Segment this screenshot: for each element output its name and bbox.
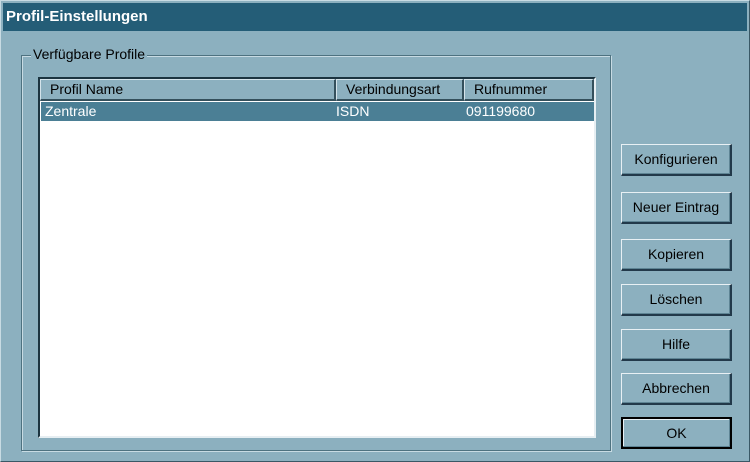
- help-button[interactable]: Hilfe: [621, 329, 732, 361]
- ok-button-label: OK: [666, 425, 687, 441]
- cell-phone-number: 091199680: [466, 103, 536, 119]
- window-title: Profil-Einstellungen: [3, 3, 747, 31]
- delete-button-label: Löschen: [649, 291, 703, 307]
- profile-settings-dialog: Profil-Einstellungen Verfügbare Profile …: [0, 0, 750, 462]
- cell-connection-type: ISDN: [336, 103, 370, 119]
- group-label: Verfügbare Profile: [31, 45, 148, 63]
- new-entry-button-label: Neuer Eintrag: [632, 199, 720, 215]
- delete-button[interactable]: Löschen: [621, 284, 732, 316]
- cell-profile-name: Zentrale: [45, 103, 97, 119]
- list-item-selected[interactable]: Zentrale ISDN 091199680: [41, 102, 594, 121]
- profile-list[interactable]: Profil Name Verbindungsart Rufnummer Zen…: [38, 77, 596, 438]
- list-header: Profil Name Verbindungsart Rufnummer: [40, 79, 594, 101]
- column-header-phone-number[interactable]: Rufnummer: [464, 79, 594, 101]
- copy-button[interactable]: Kopieren: [621, 239, 732, 271]
- cancel-button[interactable]: Abbrechen: [621, 373, 732, 405]
- ok-button[interactable]: OK: [621, 417, 732, 449]
- new-entry-button[interactable]: Neuer Eintrag: [621, 192, 732, 224]
- configure-button-label: Konfigurieren: [634, 151, 718, 167]
- column-header-connection-type[interactable]: Verbindungsart: [336, 79, 464, 101]
- cancel-button-label: Abbrechen: [642, 380, 710, 396]
- copy-button-label: Kopieren: [647, 246, 705, 262]
- column-header-profile-name[interactable]: Profil Name: [40, 79, 336, 101]
- configure-button[interactable]: Konfigurieren: [621, 144, 732, 176]
- help-button-label: Hilfe: [661, 336, 690, 352]
